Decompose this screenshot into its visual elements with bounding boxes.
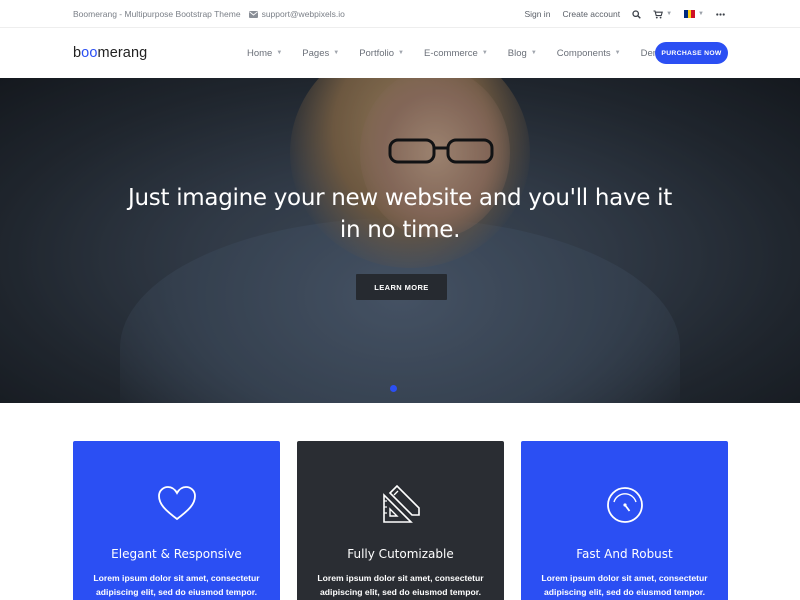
search-button[interactable] <box>632 9 641 19</box>
learn-more-button[interactable]: LEARN MORE <box>356 274 447 300</box>
nav-item-blog[interactable]: Blog ▼ <box>508 48 537 59</box>
speedometer-icon <box>606 487 643 523</box>
site-tagline: Boomerang - Multipurpose Bootstrap Theme <box>73 9 241 19</box>
search-icon <box>632 9 641 19</box>
top-bar-left: Boomerang - Multipurpose Bootstrap Theme… <box>73 0 345 28</box>
main-navbar: boomerang Home ▼ Pages ▼ Portfolio ▼ E-comm… <box>0 28 800 78</box>
hero-slider: Just imagine your new website and you'll… <box>0 78 800 403</box>
language-selector[interactable]: ▼ <box>684 10 704 18</box>
chevron-down-icon: ▼ <box>398 50 404 56</box>
feature-card: Elegant & Responsive Lorem ipsum dolor s… <box>73 441 280 600</box>
chevron-down-icon: ▼ <box>614 50 621 56</box>
envelope-icon <box>248 10 258 18</box>
top-bar-right: Sign in Create account ▼ ▼ <box>512 0 725 28</box>
features-section: Elegant & Responsive Lorem ipsum dolor s… <box>73 441 728 600</box>
feature-description: Lorem ipsum dolor sit amet, consectetur … <box>541 573 708 597</box>
flag-icon <box>684 10 696 18</box>
support-email-link[interactable]: support@webpixels.io <box>248 9 345 19</box>
feature-description: Lorem ipsum dolor sit amet, consectetur … <box>93 573 260 597</box>
chevron-down-icon: ▼ <box>666 11 673 17</box>
hero-headline: Just imagine your new website and you'll… <box>128 185 672 243</box>
ruler-pencil-icon <box>382 485 420 523</box>
slider-pagination <box>390 385 402 392</box>
feature-card: Fast And Robust Lorem ipsum dolor sit am… <box>521 441 728 600</box>
heart-icon <box>157 486 196 521</box>
primary-nav: Home ▼ Pages ▼ Portfolio ▼ E-commerce ▼ Blog… <box>247 28 691 78</box>
sign-in-link[interactable]: Sign in <box>524 9 550 19</box>
support-email: support@webpixels.io <box>261 9 345 19</box>
feature-description: Lorem ipsum dolor sit amet, consectetur … <box>317 573 484 597</box>
chevron-down-icon: ▼ <box>276 50 283 56</box>
cart-icon <box>653 9 664 18</box>
more-icon <box>716 12 725 16</box>
feature-title: Fast And Robust <box>576 547 673 561</box>
slider-dot[interactable] <box>390 385 397 392</box>
feature-title: Fully Cutomizable <box>347 547 454 561</box>
create-account-link[interactable]: Create account <box>562 9 620 19</box>
nav-item-home[interactable]: Home ▼ <box>247 48 282 59</box>
feature-title: Elegant & Responsive <box>111 547 242 561</box>
nav-item-components[interactable]: Components ▼ <box>557 48 621 59</box>
nav-item-portfolio[interactable]: Portfolio ▼ <box>359 48 404 59</box>
nav-item-pages[interactable]: Pages ▼ <box>302 48 339 59</box>
chevron-down-icon: ▼ <box>698 11 704 17</box>
chevron-down-icon: ▼ <box>530 50 537 56</box>
more-button[interactable] <box>716 12 725 16</box>
top-bar: Boomerang - Multipurpose Bootstrap Theme… <box>0 0 800 28</box>
logo[interactable]: boomerang <box>73 45 147 61</box>
feature-card: Fully Cutomizable Lorem ipsum dolor sit … <box>297 441 504 600</box>
cart-button[interactable]: ▼ <box>653 9 673 19</box>
chevron-down-icon: ▼ <box>481 50 488 56</box>
purchase-now-button[interactable]: PURCHASE NOW <box>655 42 728 64</box>
nav-item-ecommerce[interactable]: E-commerce ▼ <box>424 48 488 59</box>
chevron-down-icon: ▼ <box>333 50 340 56</box>
